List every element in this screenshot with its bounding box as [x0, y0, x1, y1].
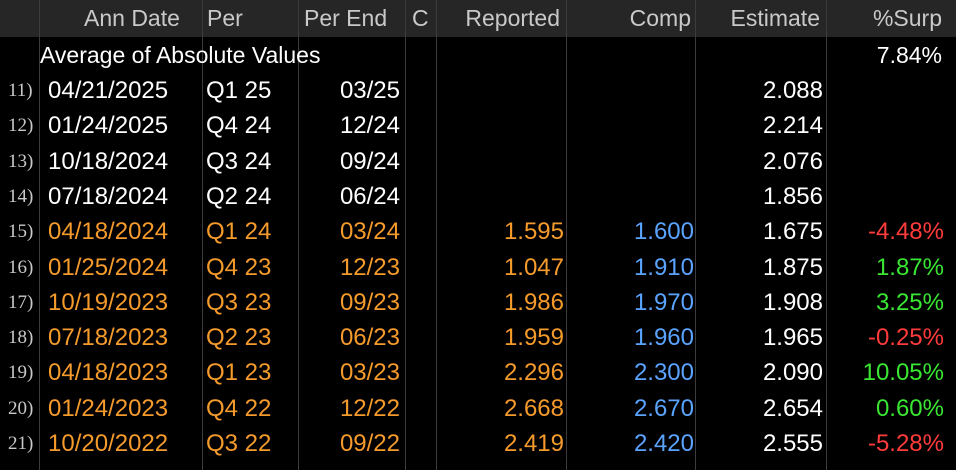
table-row[interactable]: 19) 04/18/2023 Q1 23 03/23 2.296 2.300 2.090 10…	[0, 355, 956, 390]
reported-cell: 2.668	[503, 394, 564, 422]
summary-label: Average of Absolute Values	[40, 42, 321, 68]
period-end-cell: 09/22	[339, 430, 400, 457]
row-number: 13)	[8, 150, 34, 172]
col-per[interactable]: Per	[207, 0, 243, 37]
table-row[interactable]: 12) 01/24/2025 Q4 24 12/24 2.214	[0, 108, 956, 143]
estimate-cell: 1.875	[762, 253, 823, 281]
period-cell: Q1 23	[206, 359, 272, 387]
period-end-cell: 03/25	[339, 77, 400, 104]
period-end-cell: 03/24	[339, 218, 400, 246]
surprise-cell: 0.60%	[875, 394, 944, 422]
reported-cell: 1.986	[503, 288, 564, 316]
period-cell: Q1 25	[206, 77, 272, 104]
col-c[interactable]: C	[412, 0, 429, 37]
ann-date-cell: 10/18/2024	[48, 147, 169, 175]
col-comp[interactable]: Comp	[630, 0, 691, 37]
row-number: 14)	[8, 185, 34, 207]
period-cell: Q3 24	[206, 147, 272, 175]
comp-cell: 1.910	[633, 253, 694, 281]
row-number: 11)	[8, 80, 33, 101]
comp-cell: 2.420	[633, 430, 694, 457]
period-end-cell: 09/24	[339, 147, 400, 175]
period-cell: Q3 22	[206, 430, 272, 457]
ann-date-cell: 04/21/2025	[48, 77, 169, 104]
summary-value: 7.84%	[876, 42, 942, 68]
ann-date-cell: 01/25/2024	[48, 253, 169, 281]
period-cell: Q3 23	[206, 288, 272, 316]
column-header-bar: Ann Date Per Per End C Reported Comp Est…	[0, 0, 956, 37]
table-row[interactable]: 17) 10/19/2023 Q3 23 09/23 1.986 1.970 1.908 3.…	[0, 285, 956, 320]
period-end-cell: 12/22	[339, 394, 400, 422]
table-row[interactable]: 20) 01/24/2023 Q4 22 12/22 2.668 2.670 2.654 0.…	[0, 391, 956, 426]
table-row[interactable]: 13) 10/18/2024 Q3 24 09/24 2.076	[0, 144, 956, 179]
comp-cell: 2.300	[633, 359, 694, 387]
surprise-cell: -5.28%	[867, 430, 944, 457]
estimate-cell: 1.675	[762, 218, 823, 246]
surprise-cell: -0.25%	[867, 324, 944, 352]
estimate-cell: 2.076	[762, 147, 823, 175]
period-cell: Q2 24	[206, 182, 272, 210]
col-ann-date[interactable]: Ann Date	[84, 0, 180, 37]
surprise-cell: 1.87%	[875, 253, 944, 281]
period-cell: Q1 24	[206, 218, 272, 246]
ann-date-cell: 04/18/2023	[48, 359, 169, 387]
surprise-cell: -4.48%	[867, 218, 944, 246]
comp-cell: 1.600	[633, 218, 694, 246]
reported-cell: 1.959	[503, 324, 564, 352]
row-number: 18)	[8, 327, 34, 349]
estimate-cell: 1.965	[762, 324, 823, 352]
ann-date-cell: 10/20/2022	[48, 430, 169, 457]
col-reported[interactable]: Reported	[465, 0, 560, 37]
row-number: 20)	[8, 397, 34, 419]
reported-cell: 1.047	[503, 253, 564, 281]
row-number: 17)	[8, 291, 34, 313]
estimate-cell: 1.908	[762, 288, 823, 316]
comp-cell: 1.960	[633, 324, 694, 352]
ann-date-cell: 07/18/2023	[48, 324, 169, 352]
table-row[interactable]: 15) 04/18/2024 Q1 24 03/24 1.595 1.600 1.675 -4…	[0, 214, 956, 249]
surprise-cell: 10.05%	[862, 359, 944, 387]
table-row[interactable]: 14) 07/18/2024 Q2 24 06/24 1.856	[0, 179, 956, 214]
row-number: 16)	[8, 256, 34, 278]
estimate-cell: 2.654	[762, 394, 823, 422]
col-estimate[interactable]: Estimate	[731, 0, 820, 37]
period-cell: Q4 24	[206, 112, 272, 140]
row-number: 21)	[8, 433, 34, 454]
estimate-cell: 2.555	[762, 430, 823, 457]
period-end-cell: 12/23	[339, 253, 400, 281]
period-cell: Q4 23	[206, 253, 272, 281]
period-end-cell: 03/23	[339, 359, 400, 387]
estimate-cell: 2.088	[762, 77, 823, 104]
reported-cell: 1.595	[503, 218, 564, 246]
reported-cell: 2.419	[503, 430, 564, 457]
surprise-cell: 3.25%	[875, 288, 944, 316]
table-row[interactable]: 16) 01/25/2024 Q4 23 12/23 1.047 1.910 1.875 1.…	[0, 250, 956, 285]
period-cell: Q2 23	[206, 324, 272, 352]
period-end-cell: 06/23	[339, 324, 400, 352]
table-row[interactable]: 21) 10/20/2022 Q3 22 09/22 2.419 2.420 2.555 -5…	[0, 426, 956, 461]
table-row[interactable]: 18) 07/18/2023 Q2 23 06/23 1.959 1.960 1.965 -0…	[0, 320, 956, 355]
period-end-cell: 06/24	[339, 182, 400, 210]
ann-date-cell: 07/18/2024	[48, 182, 169, 210]
ann-date-cell: 10/19/2023	[48, 288, 169, 316]
row-number: 15)	[8, 221, 34, 243]
row-number: 12)	[8, 115, 34, 137]
estimate-cell: 2.214	[762, 112, 823, 140]
ann-date-cell: 04/18/2024	[48, 218, 169, 246]
table-row[interactable]: 11) 04/21/2025 Q1 25 03/25 2.088	[0, 73, 956, 108]
ann-date-cell: 01/24/2023	[48, 394, 169, 422]
estimate-cell: 1.856	[762, 182, 823, 210]
estimate-cell: 2.090	[762, 359, 823, 387]
col-surprise[interactable]: %Surp	[873, 0, 942, 37]
row-number: 19)	[8, 362, 34, 384]
period-cell: Q4 22	[206, 394, 272, 422]
comp-cell: 2.670	[633, 394, 694, 422]
period-end-cell: 09/23	[339, 288, 400, 316]
reported-cell: 2.296	[503, 359, 564, 387]
ann-date-cell: 01/24/2025	[48, 112, 169, 140]
col-per-end[interactable]: Per End	[304, 0, 387, 37]
comp-cell: 1.970	[633, 288, 694, 316]
period-end-cell: 12/24	[339, 112, 400, 140]
